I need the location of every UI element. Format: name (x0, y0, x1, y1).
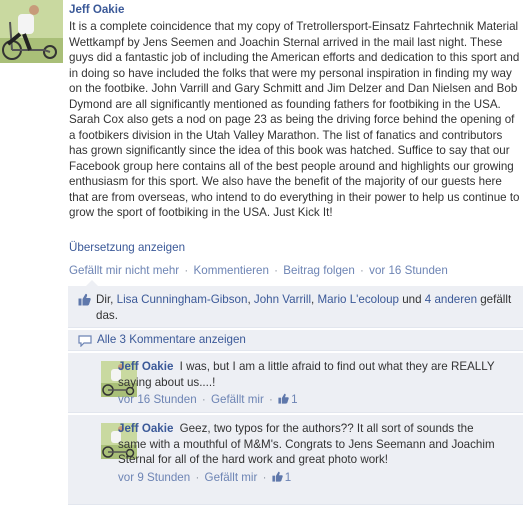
comment-author-name[interactable]: Jeff Oakie (118, 360, 173, 373)
post-author-name[interactable]: Jeff Oakie (69, 3, 523, 16)
comment-bubble-icon (78, 335, 92, 347)
liker-name[interactable]: John Varrill (254, 293, 311, 306)
unlike-link[interactable]: Gefällt mir nicht mehr (69, 264, 179, 277)
separator: · (201, 393, 206, 406)
separator: · (360, 264, 364, 277)
liker-name[interactable]: Lisa Cunningham-Gibson (117, 293, 248, 306)
comment-meta: vor 16 Stunden · Gefällt mir · 1 (118, 392, 503, 408)
author-avatar[interactable] (0, 0, 63, 63)
thumbs-up-icon (272, 471, 283, 482)
separator: · (269, 393, 273, 406)
footbike-rider-photo (0, 0, 63, 63)
comment-like-link[interactable]: Gefällt mir (211, 393, 264, 406)
comment-author-name[interactable]: Jeff Oakie (118, 422, 173, 435)
view-all-comments-link[interactable]: Alle 3 Kommentare anzeigen (97, 333, 246, 346)
comment-timestamp[interactable]: vor 16 Stunden (118, 393, 197, 406)
comment-body: Jeff Oakie I was, but I am a little afra… (118, 359, 503, 408)
comment-link[interactable]: Kommentieren (194, 264, 269, 277)
separator: · (184, 264, 189, 277)
translate-link[interactable]: Übersetzung anzeigen (69, 241, 185, 254)
likes-you: Dir, (96, 293, 117, 306)
comment-body: Jeff Oakie Geez, two typos for the autho… (118, 421, 503, 485)
pointer-nub (86, 280, 98, 286)
comment-like-count[interactable]: 1 (285, 471, 291, 484)
comment-item: Jeff Oakie I was, but I am a little afra… (68, 353, 523, 413)
follow-post-link[interactable]: Beitrag folgen (283, 264, 355, 277)
likes-others-link[interactable]: 4 anderen (425, 293, 477, 306)
post-actions: Gefällt mir nicht mehr · Kommentieren · … (69, 264, 448, 277)
comment-like-link[interactable]: Gefällt mir (205, 471, 258, 484)
liker-name[interactable]: Mario L'ecoloup (318, 293, 400, 306)
separator: · (262, 470, 267, 484)
comment-timestamp[interactable]: vor 9 Stunden (118, 471, 190, 484)
likes-and: und (399, 293, 425, 306)
post-text: It is a complete coincidence that my cop… (69, 20, 520, 219)
thumbs-up-icon (278, 393, 289, 404)
separator: · (195, 470, 200, 484)
comment-text: Geez, two typos for the authors?? It all… (118, 422, 495, 466)
likes-summary: Dir, Lisa Cunningham-Gibson, John Varril… (96, 292, 516, 323)
view-all-comments-bar[interactable]: Alle 3 Kommentare anzeigen (68, 330, 523, 351)
comment-item: Jeff Oakie Geez, two typos for the autho… (68, 415, 523, 505)
post-body: Jeff Oakie It is a complete coincidence … (69, 3, 523, 221)
thumbs-up-icon (78, 293, 91, 306)
likes-bar: Dir, Lisa Cunningham-Gibson, John Varril… (68, 280, 523, 328)
separator: · (274, 264, 279, 277)
comment-text: I was, but I am a little afraid to find … (118, 360, 495, 389)
comment-meta: vor 9 Stunden · Gefällt mir · 1 (118, 470, 503, 486)
comment-like-count[interactable]: 1 (291, 393, 297, 406)
post-timestamp[interactable]: vor 16 Stunden (369, 264, 448, 277)
